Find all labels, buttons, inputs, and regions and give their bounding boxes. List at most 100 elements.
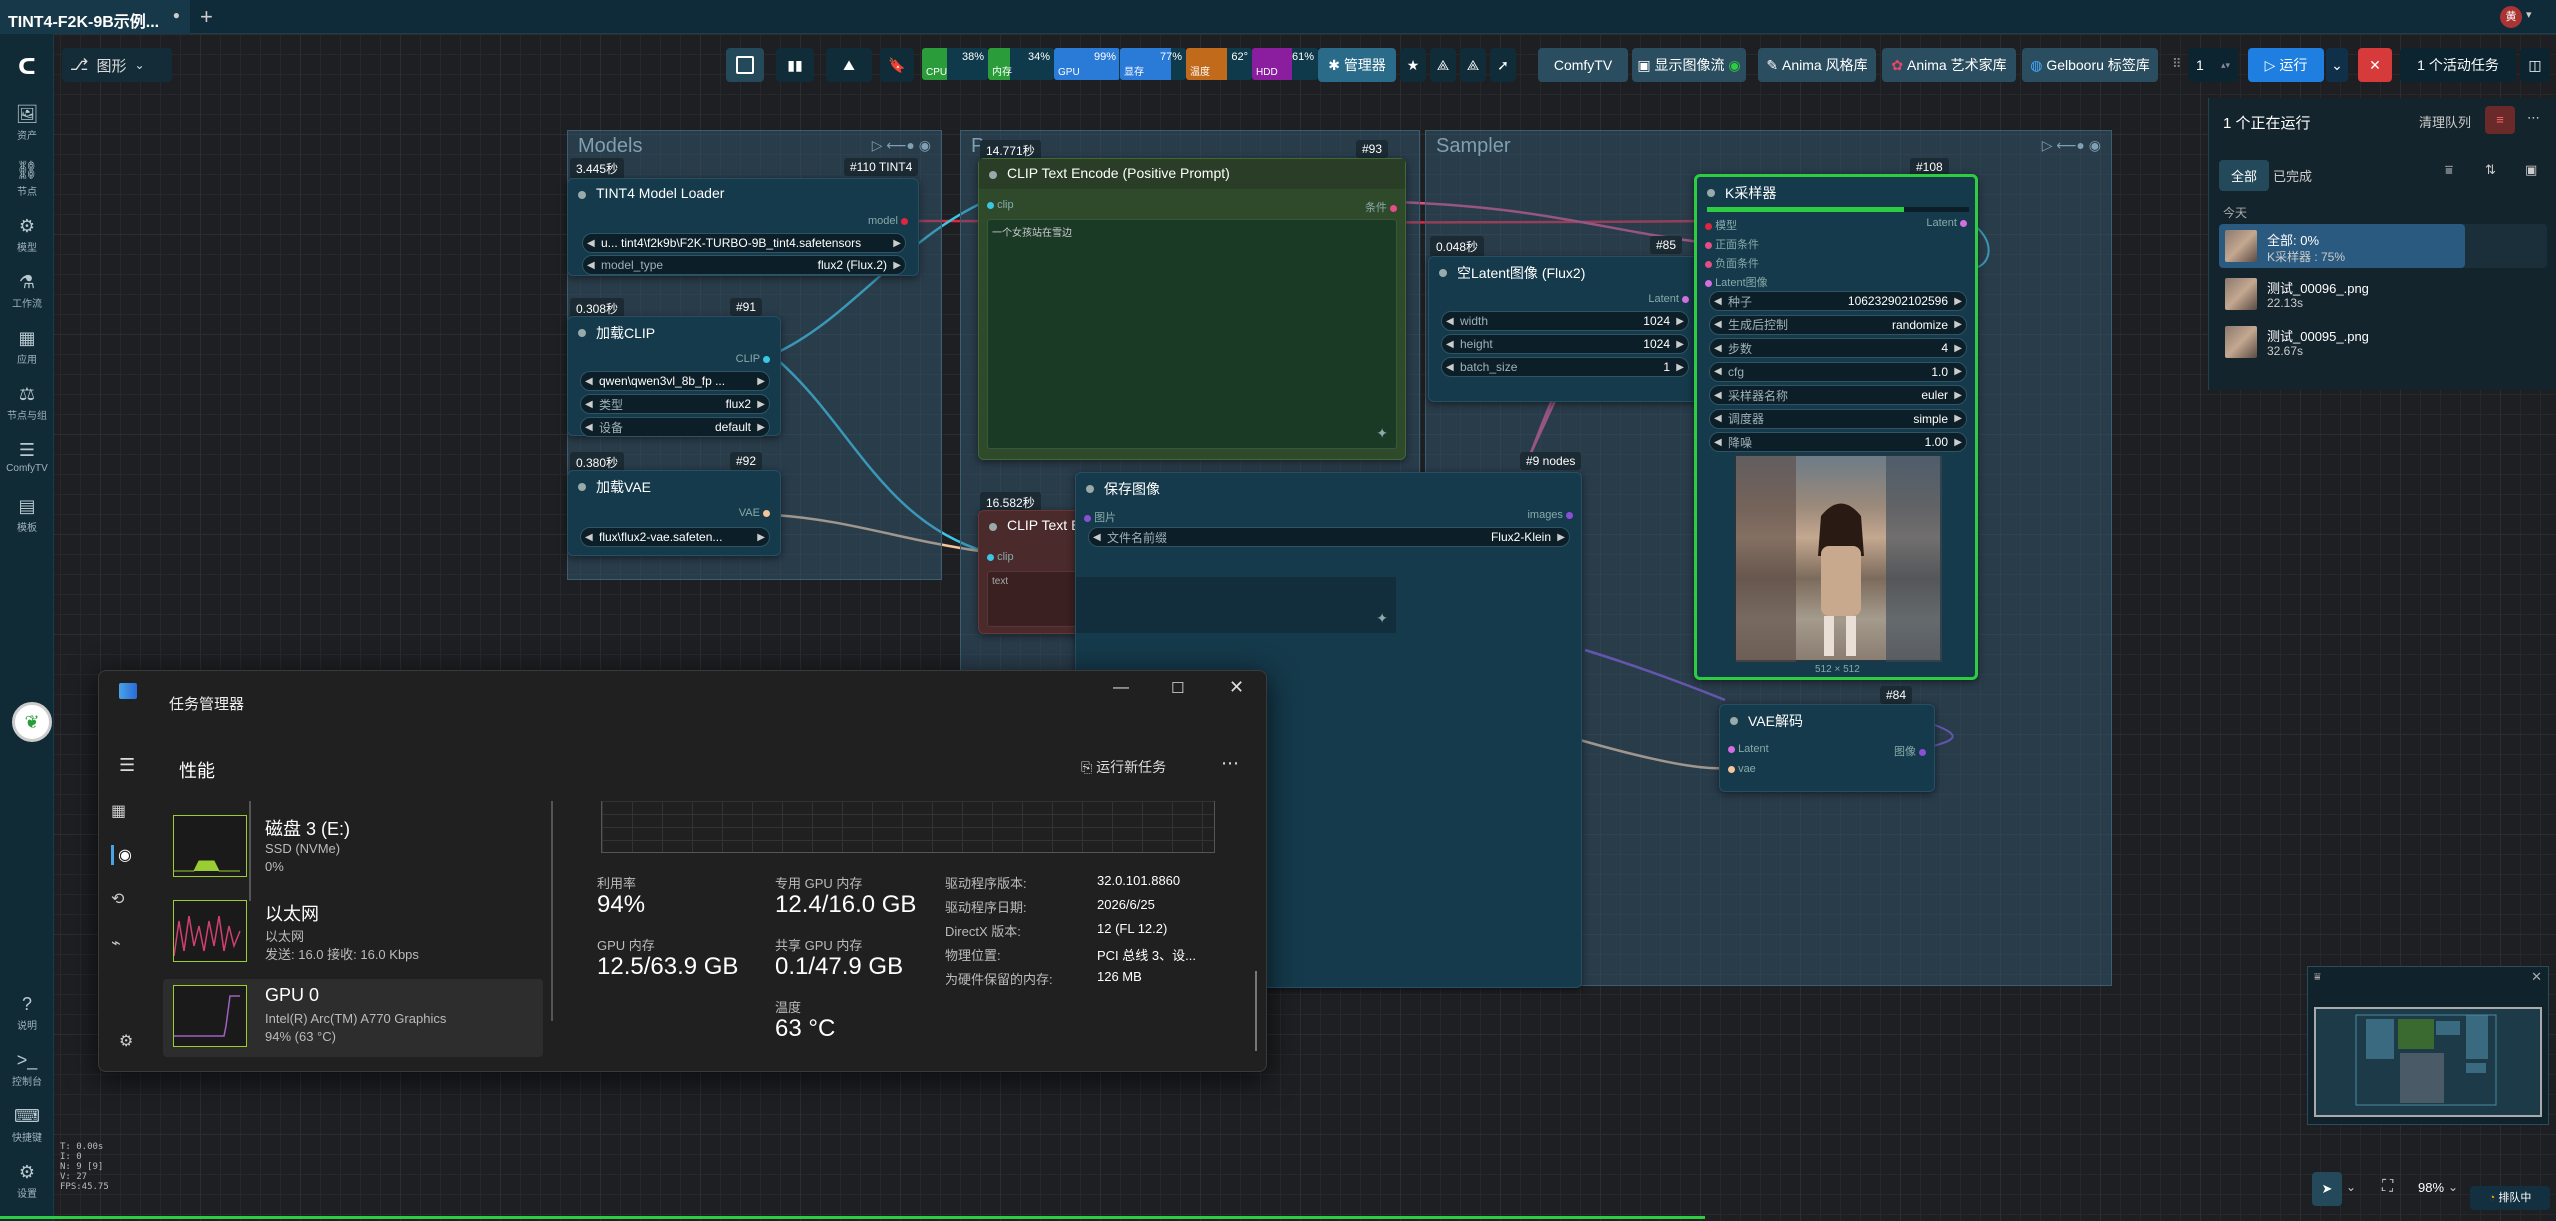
title-bar[interactable]: 任务管理器 — ☐ ✕ (99, 671, 1266, 713)
sidebar-item[interactable]: 🖼 资产 (0, 104, 54, 142)
user-avatar[interactable]: 黄 (2500, 6, 2522, 28)
widget-vae-name[interactable]: flux\flux2-vae.safeten... (580, 527, 770, 547)
sidebar-item[interactable]: ☰ ComfyTV (0, 440, 54, 474)
widget-batch-size[interactable]: batch_size1 (1441, 357, 1689, 377)
output-images[interactable]: images (1527, 509, 1573, 521)
ksampler-widget[interactable]: 步数 4 (1709, 338, 1967, 358)
manager-button[interactable]: ✱ 管理器 (1318, 48, 1396, 82)
tool-button-2[interactable]: ⟁ (1460, 48, 1486, 82)
minimap-close-icon[interactable]: ✕ (2531, 969, 2542, 985)
star-button[interactable]: ★ (1400, 48, 1426, 82)
input-clip[interactable]: clip (987, 199, 1014, 211)
node-tint4-model-loader[interactable]: TINT4 Model Loader model u... tint4\f2k9… (567, 178, 919, 276)
node-clip-text-encode-positive[interactable]: CLIP Text Encode (Positive Prompt) clip … (978, 158, 1406, 460)
sort-icon[interactable]: ⇅ (2485, 162, 2496, 178)
ksampler-widget[interactable]: cfg 1.0 (1709, 361, 1967, 382)
chevron-down-icon[interactable]: ⌄ (2346, 1180, 2356, 1194)
device-item[interactable]: GPU 0 Intel(R) Arc(TM) A770 Graphics 94% (… (163, 979, 543, 1057)
sidebar-item[interactable]: ▦ 应用 (0, 328, 54, 366)
prompt-textarea[interactable]: 一个女孩站在雪边 ✦ (987, 219, 1397, 449)
input-model[interactable]: 模型 (1705, 217, 1737, 233)
output-model[interactable]: model (868, 215, 908, 227)
minimap-panel[interactable]: ⩸ ✕ (2307, 966, 2549, 1125)
assistant-bubble-icon[interactable]: ❦ (12, 702, 52, 742)
tab-unsaved-dot[interactable]: ● (173, 8, 180, 22)
sparkle-icon[interactable]: ✦ (1376, 610, 1388, 627)
comfytv-button[interactable]: ComfyTV (1538, 48, 1628, 82)
gelbooru-button[interactable]: ◍ Gelbooru 标签库 (2022, 48, 2158, 82)
workflow-tab[interactable]: TINT4-F2K-9B示例... ● (0, 0, 190, 34)
output-latent[interactable]: Latent (1926, 217, 1967, 229)
node-load-clip[interactable]: 加载CLIP CLIP qwen\qwen3vl_8b_fp ... 类型flu… (567, 316, 781, 437)
tab-completed[interactable]: 已完成 (2273, 166, 2312, 185)
chevron-down-icon[interactable]: ▾ (2526, 8, 2532, 21)
sidebar-item[interactable]: ⚗ 工作流 (0, 272, 54, 310)
close-button[interactable]: ✕ (1229, 677, 1244, 698)
minimize-button[interactable]: — (1113, 679, 1129, 697)
ksampler-widget[interactable]: 采样器名称 euler (1709, 385, 1967, 405)
minimap-viewport[interactable] (2314, 1007, 2542, 1117)
output-clip[interactable]: CLIP (736, 353, 770, 365)
drag-handle-icon[interactable]: ⠿ (2172, 56, 2182, 72)
ksampler-widget[interactable]: 生成后控制 randomize (1709, 314, 1967, 335)
sidebar-item[interactable]: ⚙ 模型 (0, 216, 54, 254)
input-latent[interactable]: Latent (1728, 743, 1769, 755)
details-scrollbar[interactable] (1255, 971, 1257, 1051)
queue-status-button[interactable]: ◔ 排队中 (2470, 1186, 2550, 1210)
input-positive[interactable]: 正面条件 (1705, 236, 1759, 252)
queue-item[interactable]: 测试_00096_.png 22.13s (2219, 272, 2547, 316)
sparkle-icon[interactable]: ✦ (1376, 425, 1388, 442)
input-latent[interactable]: Latent图像 (1705, 274, 1768, 290)
ksampler-widget[interactable]: 种子 106232902102596 (1709, 291, 1967, 311)
layout-button[interactable] (726, 48, 764, 82)
device-item[interactable]: 以太网 以太网 发送: 16.0 接收: 16.0 Kbps (163, 894, 543, 972)
node-ksampler[interactable]: K采样器 模型 正面条件 负面条件 Latent图像 Latent 种子 1062… (1694, 174, 1978, 680)
widget-height[interactable]: height1024 (1441, 334, 1689, 354)
clear-queue-icon[interactable]: ≡ (2485, 106, 2515, 134)
queue-item[interactable]: 测试_00095_.png 32.67s (2219, 320, 2547, 364)
device-list-scrollbar[interactable] (551, 801, 553, 1021)
comfy-logo-icon[interactable]: ᑕ (0, 54, 54, 80)
more-options-icon[interactable]: ⋯ (1221, 753, 1239, 774)
sidebar-bottom-item[interactable]: ? 说明 (0, 994, 54, 1032)
mode-switch[interactable]: ⎇ 图形 ⌄ (62, 48, 172, 82)
output-conditioning[interactable]: 条件 (1365, 199, 1397, 215)
sidebar-bottom-item[interactable]: ⚙ 设置 (0, 1162, 54, 1200)
ksampler-widget[interactable]: 调度器 simple (1709, 408, 1967, 429)
hamburger-icon[interactable]: ☰ (119, 755, 135, 776)
widget-clip-device[interactable]: 设备default (580, 417, 770, 437)
input-vae[interactable]: vae (1728, 763, 1756, 775)
tab-all[interactable]: 全部 (2219, 160, 2270, 191)
sidebar-bottom-item[interactable]: ⌨ 快捷键 (0, 1106, 54, 1144)
preview-image[interactable] (1735, 455, 1942, 662)
widget-model-path[interactable]: u... tint4\f2k9b\F2K-TURBO-9B_tint4.safe… (582, 233, 906, 253)
input-clip[interactable]: clip (987, 551, 1014, 563)
sidebar-item[interactable]: ⛓ 节点 (0, 160, 54, 198)
run-options-button[interactable]: ⌄ (2326, 48, 2348, 82)
chevron-down-icon[interactable]: ⌄ (2448, 1180, 2458, 1194)
settings-icon[interactable]: ⚙ (119, 1031, 133, 1051)
bookmark-button[interactable]: 🔖 (880, 48, 914, 82)
node-vae-decode[interactable]: VAE解码 Latent vae 图像 (1719, 704, 1935, 792)
network-button[interactable]: ⛰ (826, 48, 872, 82)
maximize-button[interactable]: ☐ (1171, 679, 1184, 697)
anima-artist-button[interactable]: ✿ Anima 艺术家库 (1882, 48, 2016, 82)
more-icon[interactable]: ⋯ (2527, 110, 2540, 126)
widget-width[interactable]: width1024 (1441, 311, 1689, 331)
sidebar-bottom-item[interactable]: >_ 控制台 (0, 1050, 54, 1088)
tool-button-1[interactable]: ⟁ (1430, 48, 1456, 82)
batch-count-input[interactable]: 1 ▴▾ (2188, 48, 2238, 82)
toggle-panel-button[interactable]: ◫ (2520, 48, 2550, 82)
filter-icon[interactable]: ⩸ (2445, 162, 2453, 178)
minimap-settings-icon[interactable]: ⩸ (2314, 971, 2321, 984)
cancel-button[interactable]: ✕ (2358, 48, 2392, 82)
anima-style-button[interactable]: ✎ Anima 风格库 (1758, 48, 1876, 82)
select-tool-button[interactable]: ➤ (2312, 1172, 2342, 1206)
widget-clip-name[interactable]: qwen\qwen3vl_8b_fp ... (580, 371, 770, 391)
device-item[interactable]: 磁盘 3 (E:) SSD (NVMe) 0% (163, 809, 543, 887)
image-view-icon[interactable]: ▣ (2525, 162, 2537, 178)
output-vae[interactable]: VAE (739, 507, 770, 519)
fit-view-icon[interactable]: ⛶ (2382, 1178, 2393, 1196)
performance-icon[interactable]: ◉ (111, 845, 137, 865)
output-latent[interactable]: Latent (1648, 293, 1689, 305)
